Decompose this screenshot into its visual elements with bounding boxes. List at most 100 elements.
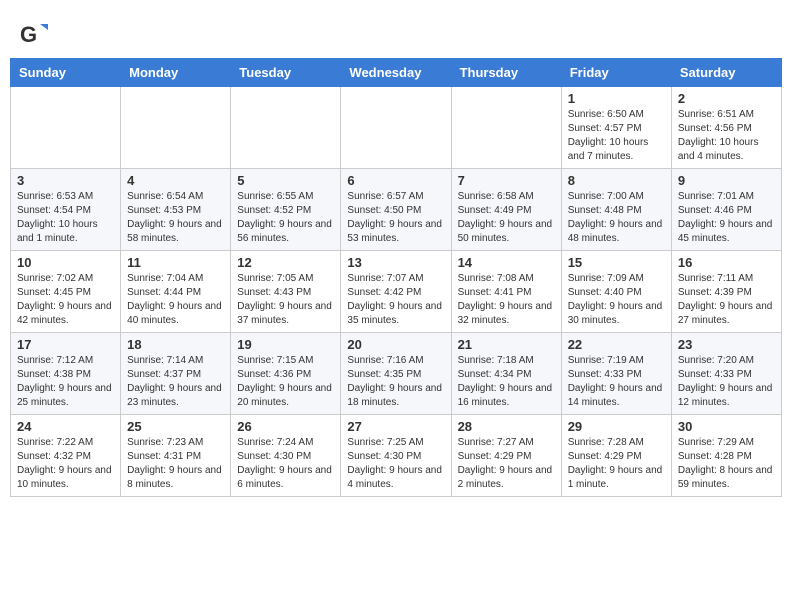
calendar-cell: 12 Sunrise: 7:05 AM Sunset: 4:43 PM Dayli… <box>231 251 341 333</box>
day-number: 19 <box>237 337 334 352</box>
calendar-cell: 2 Sunrise: 6:51 AM Sunset: 4:56 PM Daylig… <box>671 87 781 169</box>
day-header-wednesday: Wednesday <box>341 59 451 87</box>
day-info: Sunrise: 6:55 AM Sunset: 4:52 PM Dayligh… <box>237 190 334 246</box>
day-info: Sunrise: 7:00 AM Sunset: 4:48 PM Dayligh… <box>568 190 665 246</box>
calendar-cell <box>451 87 561 169</box>
day-number: 8 <box>568 173 665 188</box>
day-info: Sunrise: 6:53 AM Sunset: 4:54 PM Dayligh… <box>17 190 114 246</box>
calendar-week-1: 1 Sunrise: 6:50 AM Sunset: 4:57 PM Daylig… <box>11 87 782 169</box>
day-info: Sunrise: 7:04 AM Sunset: 4:44 PM Dayligh… <box>127 272 224 328</box>
calendar-cell: 3Sunrise: 6:53 AM Sunset: 4:54 PM Daylig… <box>11 169 121 251</box>
calendar-cell: 28 Sunrise: 7:27 AM Sunset: 4:29 PM Dayli… <box>451 415 561 497</box>
day-info: Sunrise: 7:24 AM Sunset: 4:30 PM Dayligh… <box>237 436 334 492</box>
calendar-cell: 22 Sunrise: 7:19 AM Sunset: 4:33 PM Dayli… <box>561 333 671 415</box>
day-number: 13 <box>347 255 444 270</box>
day-number: 30 <box>678 419 775 434</box>
calendar-cell: 1 Sunrise: 6:50 AM Sunset: 4:57 PM Daylig… <box>561 87 671 169</box>
svg-text:G: G <box>20 22 37 47</box>
calendar-cell: 27 Sunrise: 7:25 AM Sunset: 4:30 PM Dayli… <box>341 415 451 497</box>
page-header: G <box>10 10 782 53</box>
day-number: 18 <box>127 337 224 352</box>
calendar-cell: 25Sunrise: 7:23 AM Sunset: 4:31 PM Dayli… <box>121 415 231 497</box>
calendar-cell: 13 Sunrise: 7:07 AM Sunset: 4:42 PM Dayli… <box>341 251 451 333</box>
calendar-cell <box>11 87 121 169</box>
day-info: Sunrise: 6:50 AM Sunset: 4:57 PM Dayligh… <box>568 108 665 164</box>
day-number: 20 <box>347 337 444 352</box>
calendar-week-2: 3Sunrise: 6:53 AM Sunset: 4:54 PM Daylig… <box>11 169 782 251</box>
day-number: 17 <box>17 337 114 352</box>
day-info: Sunrise: 7:12 AM Sunset: 4:38 PM Dayligh… <box>17 354 114 410</box>
day-header-saturday: Saturday <box>671 59 781 87</box>
day-header-sunday: Sunday <box>11 59 121 87</box>
day-info: Sunrise: 7:22 AM Sunset: 4:32 PM Dayligh… <box>17 436 114 492</box>
day-info: Sunrise: 7:14 AM Sunset: 4:37 PM Dayligh… <box>127 354 224 410</box>
calendar-week-4: 17 Sunrise: 7:12 AM Sunset: 4:38 PM Dayli… <box>11 333 782 415</box>
day-number: 1 <box>568 91 665 106</box>
calendar-cell: 29 Sunrise: 7:28 AM Sunset: 4:29 PM Dayli… <box>561 415 671 497</box>
calendar-cell <box>231 87 341 169</box>
calendar-cell: 10 Sunrise: 7:02 AM Sunset: 4:45 PM Dayli… <box>11 251 121 333</box>
calendar-cell: 11 Sunrise: 7:04 AM Sunset: 4:44 PM Dayli… <box>121 251 231 333</box>
calendar-cell: 15 Sunrise: 7:09 AM Sunset: 4:40 PM Dayli… <box>561 251 671 333</box>
day-info: Sunrise: 7:15 AM Sunset: 4:36 PM Dayligh… <box>237 354 334 410</box>
day-header-thursday: Thursday <box>451 59 561 87</box>
day-info: Sunrise: 7:19 AM Sunset: 4:33 PM Dayligh… <box>568 354 665 410</box>
calendar-cell: 24 Sunrise: 7:22 AM Sunset: 4:32 PM Dayli… <box>11 415 121 497</box>
day-number: 2 <box>678 91 775 106</box>
day-number: 27 <box>347 419 444 434</box>
calendar-cell: 4 Sunrise: 6:54 AM Sunset: 4:53 PM Daylig… <box>121 169 231 251</box>
calendar-table: SundayMondayTuesdayWednesdayThursdayFrid… <box>10 58 782 497</box>
day-info: Sunrise: 6:54 AM Sunset: 4:53 PM Dayligh… <box>127 190 224 246</box>
calendar-header-row: SundayMondayTuesdayWednesdayThursdayFrid… <box>11 59 782 87</box>
day-number: 7 <box>458 173 555 188</box>
day-info: Sunrise: 7:07 AM Sunset: 4:42 PM Dayligh… <box>347 272 444 328</box>
calendar-cell: 20Sunrise: 7:16 AM Sunset: 4:35 PM Dayli… <box>341 333 451 415</box>
calendar-cell <box>341 87 451 169</box>
day-number: 29 <box>568 419 665 434</box>
day-info: Sunrise: 7:27 AM Sunset: 4:29 PM Dayligh… <box>458 436 555 492</box>
day-info: Sunrise: 7:09 AM Sunset: 4:40 PM Dayligh… <box>568 272 665 328</box>
logo-icon: G <box>20 20 48 48</box>
day-info: Sunrise: 6:57 AM Sunset: 4:50 PM Dayligh… <box>347 190 444 246</box>
calendar-cell: 6 Sunrise: 6:57 AM Sunset: 4:50 PM Daylig… <box>341 169 451 251</box>
calendar-cell: 5 Sunrise: 6:55 AM Sunset: 4:52 PM Daylig… <box>231 169 341 251</box>
calendar-cell: 21Sunrise: 7:18 AM Sunset: 4:34 PM Dayli… <box>451 333 561 415</box>
day-info: Sunrise: 7:08 AM Sunset: 4:41 PM Dayligh… <box>458 272 555 328</box>
day-number: 4 <box>127 173 224 188</box>
day-info: Sunrise: 7:02 AM Sunset: 4:45 PM Dayligh… <box>17 272 114 328</box>
day-info: Sunrise: 7:05 AM Sunset: 4:43 PM Dayligh… <box>237 272 334 328</box>
day-number: 28 <box>458 419 555 434</box>
day-number: 21 <box>458 337 555 352</box>
day-info: Sunrise: 6:51 AM Sunset: 4:56 PM Dayligh… <box>678 108 775 164</box>
calendar-cell: 16Sunrise: 7:11 AM Sunset: 4:39 PM Dayli… <box>671 251 781 333</box>
day-number: 14 <box>458 255 555 270</box>
day-info: Sunrise: 7:20 AM Sunset: 4:33 PM Dayligh… <box>678 354 775 410</box>
day-number: 12 <box>237 255 334 270</box>
day-number: 23 <box>678 337 775 352</box>
calendar-cell: 30Sunrise: 7:29 AM Sunset: 4:28 PM Dayli… <box>671 415 781 497</box>
calendar-cell: 17 Sunrise: 7:12 AM Sunset: 4:38 PM Dayli… <box>11 333 121 415</box>
day-number: 10 <box>17 255 114 270</box>
calendar-cell: 9Sunrise: 7:01 AM Sunset: 4:46 PM Daylig… <box>671 169 781 251</box>
calendar-cell: 18 Sunrise: 7:14 AM Sunset: 4:37 PM Dayli… <box>121 333 231 415</box>
day-number: 22 <box>568 337 665 352</box>
day-number: 5 <box>237 173 334 188</box>
day-number: 11 <box>127 255 224 270</box>
day-info: Sunrise: 6:58 AM Sunset: 4:49 PM Dayligh… <box>458 190 555 246</box>
day-number: 6 <box>347 173 444 188</box>
day-number: 26 <box>237 419 334 434</box>
day-info: Sunrise: 7:11 AM Sunset: 4:39 PM Dayligh… <box>678 272 775 328</box>
day-number: 15 <box>568 255 665 270</box>
calendar-cell: 23 Sunrise: 7:20 AM Sunset: 4:33 PM Dayli… <box>671 333 781 415</box>
calendar-cell <box>121 87 231 169</box>
calendar-cell: 7 Sunrise: 6:58 AM Sunset: 4:49 PM Daylig… <box>451 169 561 251</box>
day-number: 24 <box>17 419 114 434</box>
day-number: 9 <box>678 173 775 188</box>
calendar-cell: 19 Sunrise: 7:15 AM Sunset: 4:36 PM Dayli… <box>231 333 341 415</box>
calendar-week-3: 10 Sunrise: 7:02 AM Sunset: 4:45 PM Dayli… <box>11 251 782 333</box>
day-info: Sunrise: 7:23 AM Sunset: 4:31 PM Dayligh… <box>127 436 224 492</box>
day-info: Sunrise: 7:28 AM Sunset: 4:29 PM Dayligh… <box>568 436 665 492</box>
logo: G <box>20 20 50 48</box>
day-header-monday: Monday <box>121 59 231 87</box>
day-info: Sunrise: 7:25 AM Sunset: 4:30 PM Dayligh… <box>347 436 444 492</box>
